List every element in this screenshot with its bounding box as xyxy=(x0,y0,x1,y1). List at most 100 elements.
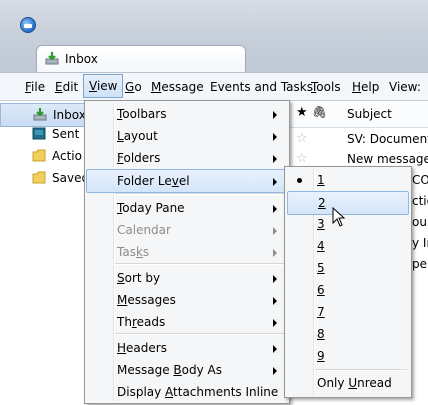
menu-item-label: Only Unread xyxy=(317,372,392,394)
folder-level-option-4[interactable]: 4 xyxy=(287,235,407,257)
access-key: A xyxy=(165,385,174,399)
submenu-arrow-icon xyxy=(273,319,277,327)
menu-item-label: 4 xyxy=(317,239,325,253)
menu-view[interactable]: View xyxy=(83,74,124,98)
access-key: B xyxy=(173,363,182,377)
view-filter-label: View: xyxy=(389,80,421,94)
label-text: Folder Le xyxy=(117,174,172,188)
menu-item-headers[interactable]: Headers xyxy=(87,337,285,359)
label-text: eads xyxy=(136,315,166,329)
label-text: oolbars xyxy=(122,107,167,121)
tab-inbox[interactable]: Inbox xyxy=(36,45,246,72)
menu-item-label: 3 xyxy=(317,217,325,231)
folder-icon xyxy=(32,149,46,162)
menu-separator xyxy=(115,263,285,265)
menu-item-label: Sort by xyxy=(117,267,160,289)
folder-level-option-2[interactable]: 2 xyxy=(287,191,409,215)
menu-tools[interactable]: Tools xyxy=(311,78,341,96)
label-text: Th xyxy=(117,315,132,329)
folder-level-option-1[interactable]: 1 xyxy=(287,169,407,191)
menu-item-label: Folder Level xyxy=(117,170,190,192)
menu-item-folder-level[interactable]: Folder Level xyxy=(86,169,288,193)
message-subject[interactable]: ctio xyxy=(412,194,428,208)
submenu-arrow-icon xyxy=(273,178,277,186)
menu-item-today-pane[interactable]: Today Pane xyxy=(87,197,285,219)
folder-level-option-7[interactable]: 7 xyxy=(287,301,407,323)
folder-level-option-9[interactable]: 9 xyxy=(287,345,407,367)
label-text: Display xyxy=(117,385,166,399)
tab-label: Inbox xyxy=(65,52,98,66)
star-icon[interactable]: ☆ xyxy=(296,151,308,166)
label-text: Calendar xyxy=(117,223,171,237)
menu-item-messages[interactable]: Messages xyxy=(87,289,285,311)
message-subject[interactable]: CO xyxy=(412,173,428,187)
label-text: ody As xyxy=(181,363,222,377)
folder-pane: Inbox Sent Actio Saved xyxy=(0,101,89,405)
menu-item-label: 9 xyxy=(317,349,325,363)
menu-item-layout[interactable]: Layout xyxy=(87,125,285,147)
access-key: H xyxy=(117,341,127,355)
folder-item-actions[interactable]: Actio xyxy=(0,145,86,167)
submenu-arrow-icon xyxy=(273,205,277,213)
folder-level-option-5[interactable]: 5 xyxy=(287,257,407,279)
menu-events-and-tasks[interactable]: Events and Tasks xyxy=(210,78,313,96)
menu-item-label: Headers xyxy=(117,337,167,359)
menu-separator xyxy=(115,333,285,335)
label-text: oday Pane xyxy=(122,201,185,215)
menu-item-calendar[interactable]: Calendar xyxy=(87,219,285,241)
message-subject[interactable]: New message f xyxy=(347,152,428,166)
menu-item-label: Tasks xyxy=(117,241,149,263)
submenu-arrow-icon xyxy=(273,297,277,305)
message-subject[interactable]: SV: Documents xyxy=(347,132,428,146)
menu-item-label: 2 xyxy=(318,196,326,210)
menu-go[interactable]: Go xyxy=(125,78,142,96)
subject-column-header[interactable]: Subject xyxy=(347,107,392,121)
message-subject[interactable]: pe xyxy=(412,257,427,271)
menu-item-label: 5 xyxy=(317,261,325,275)
menu-item-label: Toolbars xyxy=(117,103,166,125)
menu-item-label: 8 xyxy=(317,327,325,341)
access-key: L xyxy=(117,129,124,143)
sent-icon xyxy=(32,127,46,140)
access-key: M xyxy=(117,293,128,307)
star-column-icon[interactable]: ★ xyxy=(296,105,308,120)
folder-level-option-6[interactable]: 6 xyxy=(287,279,407,301)
thunderbird-app-icon[interactable] xyxy=(20,17,36,33)
menu-item-sort-by[interactable]: Sort by xyxy=(87,267,285,289)
folder-label: Sent xyxy=(52,127,80,141)
message-subject[interactable]: y In xyxy=(412,236,428,250)
menu-item-label: 1 xyxy=(317,173,325,187)
menu-message[interactable]: Message xyxy=(151,78,204,96)
menu-item-label: Messages xyxy=(117,289,176,311)
menu-item-toolbars[interactable]: Toolbars xyxy=(87,103,285,125)
inbox-icon xyxy=(33,108,47,121)
menu-item-threads[interactable]: Threads xyxy=(87,311,285,333)
folder-item-saved[interactable]: Saved xyxy=(0,167,89,189)
menu-item-label: 7 xyxy=(317,305,325,319)
menu-item-display-attachments-inline[interactable]: Display Attachments Inline xyxy=(87,381,285,403)
menu-item-only-unread[interactable]: Only Unread xyxy=(287,372,407,394)
folder-level-option-8[interactable]: 8 xyxy=(287,323,407,345)
attachment-column-icon[interactable]: 🖇 xyxy=(312,105,327,119)
label-text: Message xyxy=(117,363,174,377)
menu-help[interactable]: Help xyxy=(352,78,379,96)
menu-file[interactable]: File xyxy=(25,78,45,96)
menu-item-label: Layout xyxy=(117,125,158,147)
menu-item-label: Threads xyxy=(117,311,165,333)
menu-item-label: 6 xyxy=(317,283,325,297)
menubar: File Edit View Go Message Events and Tas… xyxy=(0,72,428,101)
view-menu: Toolbars Layout Folders Folder Level Today P… xyxy=(84,100,290,404)
menu-separator xyxy=(315,369,407,371)
folder-level-option-3[interactable]: 3 xyxy=(287,213,407,235)
menu-item-folders[interactable]: Folders xyxy=(87,147,285,169)
folder-level-submenu: 1 2 3 4 5 6 7 8 9 Only Unread xyxy=(284,166,412,398)
message-subject[interactable]: our xyxy=(412,215,428,229)
folder-item-sent[interactable]: Sent xyxy=(0,123,86,145)
menu-item-tasks[interactable]: Tasks xyxy=(87,241,285,263)
submenu-arrow-icon xyxy=(273,133,277,141)
label-text: s xyxy=(142,245,150,259)
star-icon[interactable]: ☆ xyxy=(296,131,308,146)
folder-label: Inbox xyxy=(53,108,86,122)
menu-edit[interactable]: Edit xyxy=(55,78,78,96)
menu-item-message-body-as[interactable]: Message Body As xyxy=(87,359,285,381)
